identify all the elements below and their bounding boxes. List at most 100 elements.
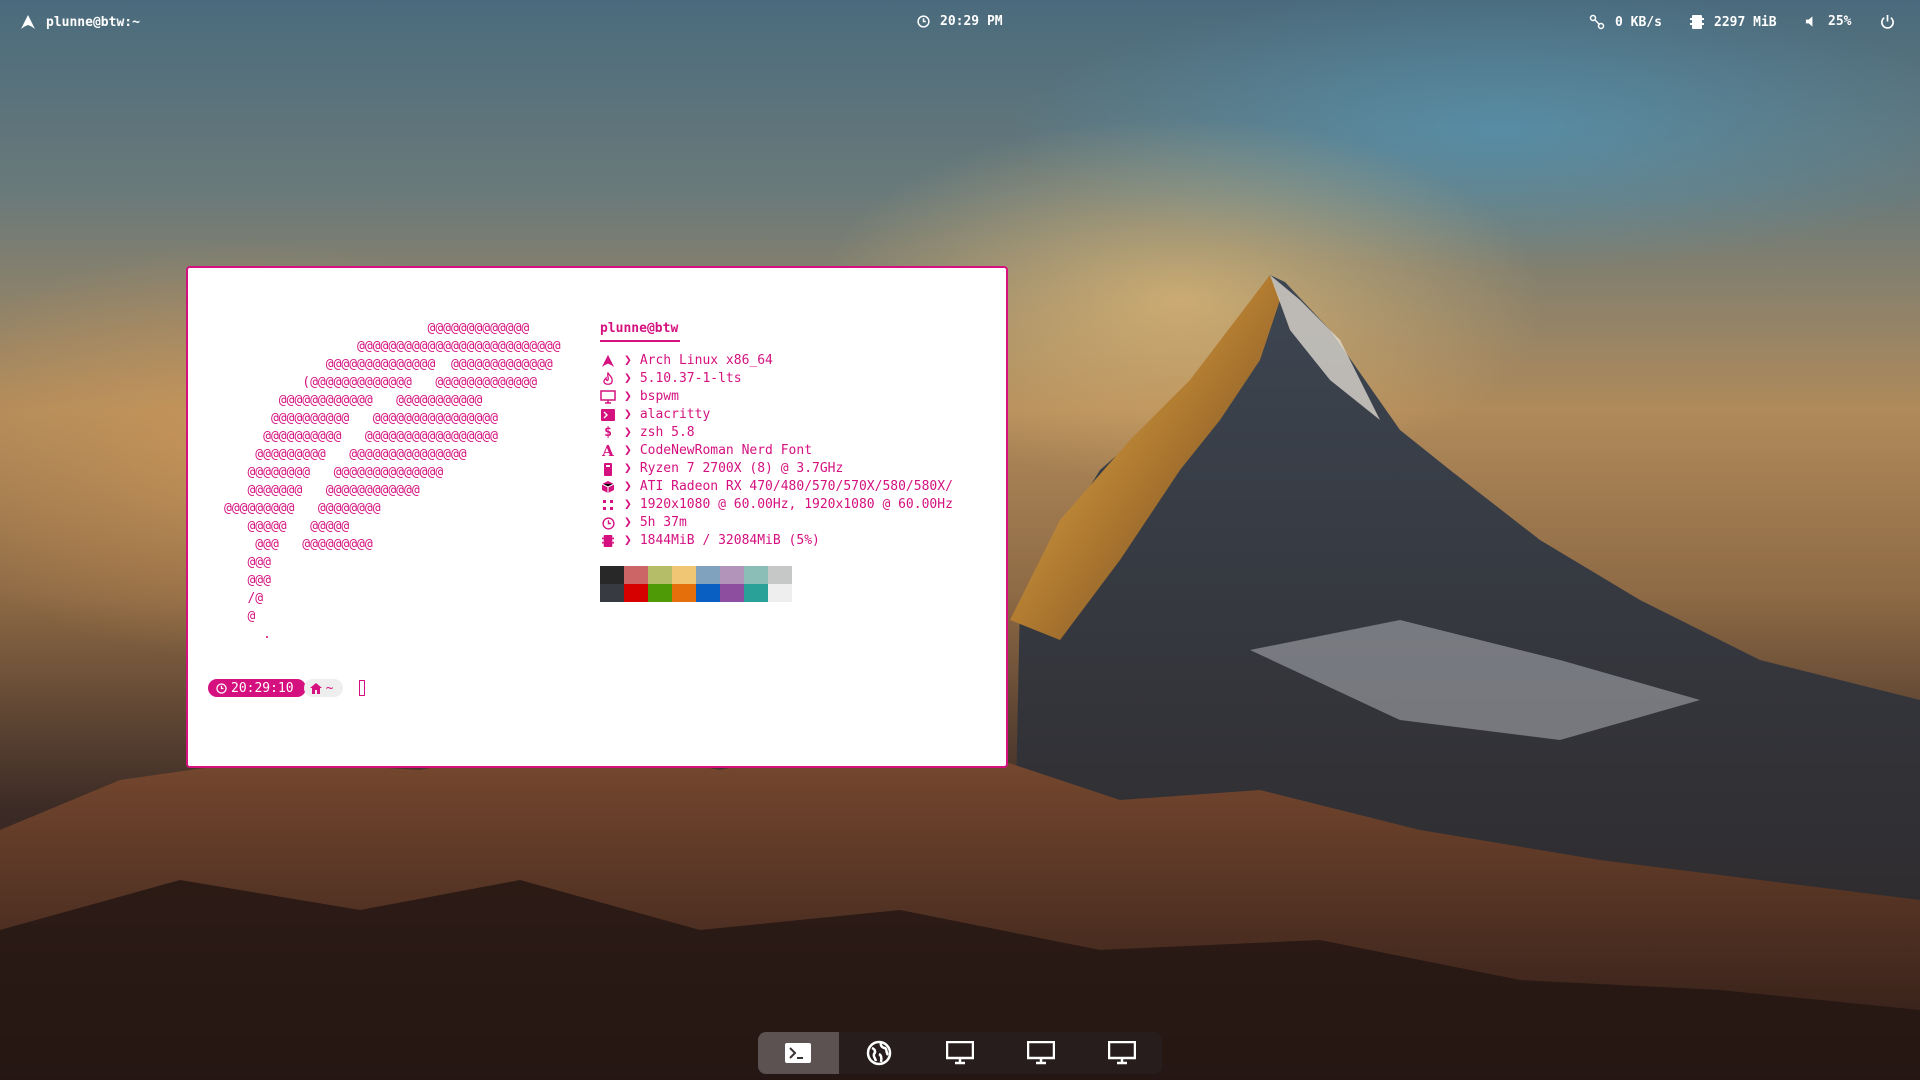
window-title: plunne@btw:~ — [20, 14, 140, 30]
workspace-3[interactable] — [920, 1032, 1001, 1074]
volume-level: 25% — [1828, 14, 1852, 29]
user-host: plunne@btw — [600, 321, 679, 336]
color-swatch — [624, 566, 648, 584]
info-value: Ryzen 7 2700X (8) @ 3.7GHz — [639, 461, 844, 476]
color-swatch — [672, 566, 696, 584]
chevron-right-icon: ❯ — [624, 479, 632, 494]
prompt-dir-segment: ~ — [303, 679, 344, 697]
chevron-right-icon: ❯ — [624, 497, 632, 512]
window-title-text: plunne@btw:~ — [46, 14, 140, 30]
power-button[interactable] — [1880, 14, 1895, 29]
color-swatch — [600, 566, 624, 584]
memory-module[interactable]: 2297 MiB — [1690, 14, 1777, 30]
home-icon — [309, 682, 322, 694]
network-speed: 0 KB/s — [1615, 14, 1662, 30]
info-row-gpu: ❯ ATI Radeon RX 470/480/570/570X/580/580… — [600, 478, 953, 496]
monitor-icon — [600, 388, 616, 406]
clock-time: 20:29 PM — [940, 14, 1003, 29]
cpu-icon — [600, 460, 616, 478]
color-palette — [600, 566, 953, 602]
color-swatch — [696, 566, 720, 584]
info-value: 5.10.37-1-lts — [639, 371, 742, 386]
terminal-icon — [600, 406, 616, 424]
chevron-right-icon: ❯ — [624, 515, 632, 530]
chevron-right-icon: ❯ — [624, 461, 632, 476]
workspace-dock — [758, 1032, 1162, 1074]
color-swatch — [648, 566, 672, 584]
arch-icon — [600, 352, 616, 370]
chevron-right-icon: ❯ — [624, 407, 632, 422]
info-row-font: A ❯ CodeNewRoman Nerd Font — [600, 442, 953, 460]
info-value: CodeNewRoman Nerd Font — [639, 443, 813, 458]
chevron-right-icon: ❯ — [624, 443, 632, 458]
clock-icon — [600, 514, 616, 532]
info-row-terminal: ❯ alacritty — [600, 406, 953, 424]
terminal-window[interactable]: @@@@@@@@@@@@@ @@@@@@@@@@@@@@@@@@@@@@@@@@… — [186, 266, 1008, 768]
info-value: 1920x1080 @ 60.00Hz, 1920x1080 @ 60.00Hz — [639, 497, 953, 512]
workspace-2[interactable] — [839, 1032, 920, 1074]
info-value: alacritty — [639, 407, 711, 422]
memory-icon — [1690, 15, 1704, 29]
resolution-icon — [600, 496, 616, 514]
workspace-5[interactable] — [1081, 1032, 1162, 1074]
chevron-right-icon: ❯ — [624, 371, 632, 386]
ascii-logo: @@@@@@@@@@@@@ @@@@@@@@@@@@@@@@@@@@@@@@@@… — [224, 321, 561, 642]
monitor-icon — [945, 1041, 974, 1065]
chevron-right-icon: ❯ — [624, 389, 632, 404]
info-value: 5h 37m — [639, 515, 687, 530]
color-swatch — [768, 584, 792, 602]
neofetch-info: plunne@btw ❯ Arch Linux x86_64 ❯ 5.10.37… — [600, 320, 953, 602]
info-value: bspwm — [639, 389, 679, 404]
network-module[interactable]: 0 KB/s — [1589, 14, 1662, 30]
color-swatch — [600, 584, 624, 602]
globe-icon — [866, 1040, 892, 1066]
info-row-resolution: ❯ 1920x1080 @ 60.00Hz, 1920x1080 @ 60.00… — [600, 496, 953, 514]
terminal-icon — [785, 1043, 812, 1063]
clock[interactable]: 20:29 PM — [917, 14, 1003, 29]
info-value: 1844MiB / 32084MiB (5%) — [639, 533, 820, 548]
chevron-right-icon: ❯ — [624, 425, 632, 440]
info-row-os: ❯ Arch Linux x86_64 — [600, 352, 953, 370]
prompt-time-segment: 20:29:10 — [208, 679, 306, 697]
memory-usage: 2297 MiB — [1714, 14, 1777, 30]
monitor-icon — [1107, 1041, 1136, 1065]
network-icon — [1589, 14, 1605, 30]
color-swatch — [744, 566, 768, 584]
text-cursor — [359, 680, 366, 696]
color-swatch — [720, 584, 744, 602]
info-value: zsh 5.8 — [639, 425, 695, 440]
color-swatch — [672, 584, 696, 602]
monitor-icon — [1026, 1041, 1055, 1065]
top-bar: plunne@btw:~ 20:29 PM 0 KB/s 2297 MiB 25… — [0, 0, 1920, 44]
color-swatch — [768, 566, 792, 584]
prompt-time: 20:29:10 — [231, 680, 294, 696]
clock-icon — [917, 15, 930, 28]
color-swatch — [624, 584, 648, 602]
workspace-4[interactable] — [1000, 1032, 1081, 1074]
color-swatch — [648, 584, 672, 602]
info-row-kernel: ❯ 5.10.37-1-lts — [600, 370, 953, 388]
power-icon — [1881, 14, 1894, 29]
clock-icon — [216, 682, 227, 694]
memory-icon — [600, 532, 616, 550]
chevron-right-icon: ❯ — [624, 353, 632, 368]
color-swatch — [744, 584, 768, 602]
kernel-flame-icon — [600, 370, 616, 388]
arch-icon[interactable] — [20, 14, 36, 30]
info-row-uptime: ❯ 5h 37m — [600, 514, 953, 532]
info-row-cpu: ❯ Ryzen 7 2700X (8) @ 3.7GHz — [600, 460, 953, 478]
workspace-1[interactable] — [758, 1032, 839, 1074]
shell-prompt[interactable]: 20:29:10 ~ — [208, 679, 366, 697]
volume-module[interactable]: 25% — [1805, 14, 1851, 29]
color-swatch — [720, 566, 744, 584]
info-row-wm: ❯ bspwm — [600, 388, 953, 406]
volume-icon — [1805, 16, 1813, 27]
dollar-icon: $ — [604, 425, 612, 440]
info-value: Arch Linux x86_64 — [639, 353, 773, 368]
prompt-dir: ~ — [325, 680, 334, 696]
info-row-memory: ❯ 1844MiB / 32084MiB (5%) — [600, 532, 953, 550]
color-swatch — [696, 584, 720, 602]
user-underline — [600, 340, 680, 342]
info-value: ATI Radeon RX 470/480/570/570X/580/580X/ — [639, 479, 953, 494]
chevron-right-icon: ❯ — [624, 533, 632, 548]
